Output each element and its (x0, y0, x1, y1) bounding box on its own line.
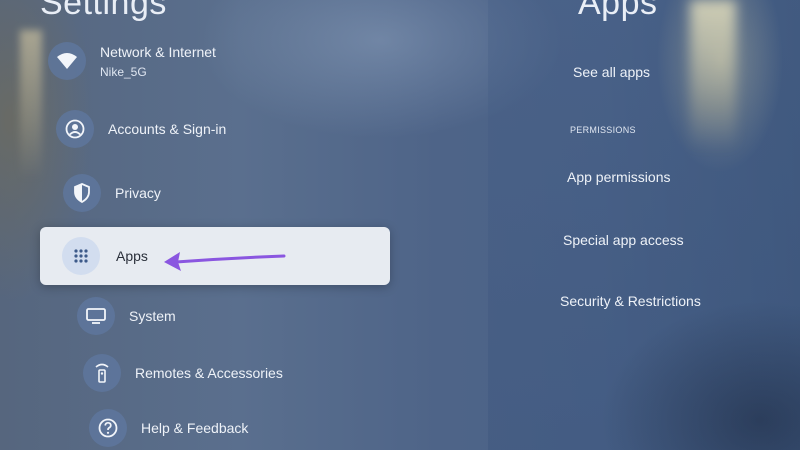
window-reflection (690, 0, 736, 150)
lamp-reflection (20, 30, 42, 180)
wifi-icon (48, 42, 86, 80)
permissions-section-header: PERMISSIONS (570, 125, 636, 135)
see-all-apps-link[interactable]: See all apps (573, 64, 650, 80)
menu-item-remotes[interactable]: Remotes & Accessories (83, 354, 283, 392)
special-app-access-link[interactable]: Special app access (563, 232, 684, 248)
app-permissions-link[interactable]: App permissions (567, 169, 671, 185)
remote-icon (83, 354, 121, 392)
menu-item-privacy[interactable]: Privacy (63, 174, 161, 212)
menu-item-help-label: Help & Feedback (141, 420, 249, 436)
menu-item-network[interactable]: Network & Internet Nike_5G (48, 42, 216, 80)
menu-item-network-label: Network & Internet (100, 44, 216, 60)
menu-item-remotes-label: Remotes & Accessories (135, 365, 283, 381)
account-icon (56, 110, 94, 148)
arrow-icon (164, 252, 286, 271)
settings-title: Settings (40, 0, 167, 22)
menu-item-system-label: System (129, 308, 176, 324)
menu-item-network-ssid: Nike_5G (100, 65, 147, 79)
menu-item-accounts-label: Accounts & Sign-in (108, 121, 227, 137)
tv-screen-background: Settings Apps Network & Internet Nike_5G… (0, 0, 800, 450)
apps-panel-title: Apps (578, 0, 658, 22)
menu-item-accounts[interactable]: Accounts & Sign-in (56, 110, 226, 148)
menu-item-apps-label: Apps (116, 248, 148, 264)
shield-icon (63, 174, 101, 212)
menu-item-privacy-label: Privacy (115, 185, 161, 201)
help-icon (89, 409, 127, 447)
shadow-reflection (600, 300, 800, 450)
apps-grid-icon (62, 237, 100, 275)
monitor-icon (77, 297, 115, 335)
security-restrictions-link[interactable]: Security & Restrictions (560, 293, 701, 309)
menu-item-help[interactable]: Help & Feedback (89, 409, 248, 447)
menu-item-system[interactable]: System (77, 297, 176, 335)
